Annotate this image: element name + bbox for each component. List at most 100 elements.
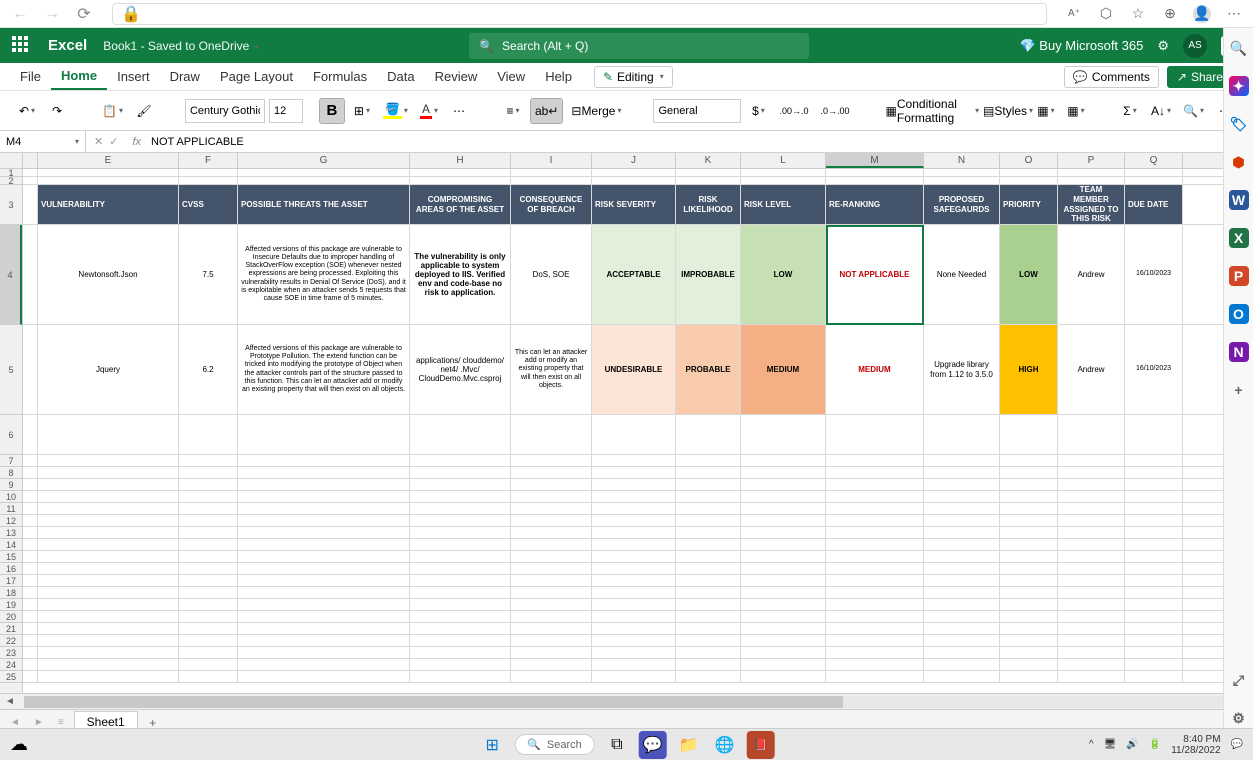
edge-icon[interactable]: 🌐 [711,731,739,759]
row-header[interactable]: 21 [0,623,22,635]
header-cell[interactable]: TEAM MEMBER ASSIGNED TO THIS RISK [1058,185,1125,224]
delete-cells-button[interactable]: ▦▾ [1063,98,1089,124]
sheet-next-icon[interactable]: ► [30,717,48,728]
cell[interactable]: 7.5 [179,225,238,324]
row-header[interactable]: 19 [0,599,22,611]
tab-file[interactable]: File [10,63,51,90]
conditional-formatting-button[interactable]: ▦ Conditional Formatting▾ [882,98,984,124]
favorite-icon[interactable]: ☆ [1129,5,1147,23]
col-header[interactable]: Q [1125,153,1183,168]
rail-copilot-icon[interactable]: ✦ [1229,76,1249,96]
autosum-button[interactable]: Σ▾ [1117,98,1143,124]
explorer-icon[interactable]: 📁 [675,731,703,759]
buy-m365-button[interactable]: 💎 Buy Microsoft 365 [1019,38,1143,54]
col-header[interactable] [23,153,38,168]
row-header[interactable]: 13 [0,527,22,539]
tab-formulas[interactable]: Formulas [303,63,377,90]
header-cell[interactable]: PROPOSED SAFEGAURDS [924,185,1000,224]
row-header[interactable]: 4 [0,225,22,325]
borders-button[interactable]: ⊞▾ [349,98,375,124]
col-header[interactable]: I [511,153,592,168]
cell[interactable]: None Needed [924,225,1000,324]
cell-selected[interactable]: NOT APPLICABLE [826,225,924,324]
header-cell[interactable]: RISK LIKELIHOOD [676,185,741,224]
header-cell[interactable]: POSSIBLE THREATS THE ASSET [238,185,410,224]
cancel-formula-icon[interactable]: ✕ [94,135,103,148]
row-header[interactable]: 16 [0,563,22,575]
increase-decimal-button[interactable]: .00→.0 [775,98,812,124]
tab-insert[interactable]: Insert [107,63,160,90]
display-icon[interactable]: 🖥 [1104,739,1117,750]
rail-add-icon[interactable]: + [1229,380,1249,400]
row-header[interactable]: 22 [0,635,22,647]
col-header[interactable]: E [38,153,179,168]
address-bar[interactable]: 🔒 [112,3,1047,25]
start-button[interactable]: ⊞ [478,731,506,759]
header-cell[interactable]: CVSS [179,185,238,224]
weather-widget[interactable]: ☁ [10,734,28,755]
cell[interactable]: 6.2 [179,325,238,414]
redo-button[interactable]: ↷ [44,98,70,124]
row-header[interactable]: 10 [0,491,22,503]
row-header[interactable]: 25 [0,671,22,683]
row-header[interactable]: 24 [0,659,22,671]
decrease-decimal-button[interactable]: .0→.00 [817,98,854,124]
rail-office-icon[interactable]: ⬢ [1229,152,1249,172]
align-button[interactable]: ≡▾ [500,98,526,124]
rail-expand-icon[interactable]: ⤢ [1229,670,1249,690]
sheet-prev-icon[interactable]: ◄ [6,717,24,728]
wrap-text-button[interactable]: ab↵ [530,98,563,124]
tab-home[interactable]: Home [51,63,107,90]
insert-cells-button[interactable]: ▦▾ [1033,98,1059,124]
cell[interactable]: Affected versions of this package are vu… [238,225,410,324]
editing-mode-button[interactable]: ✎Editing▾ [594,66,673,88]
undo-button[interactable]: ↶▾ [14,98,40,124]
cell[interactable]: HIGH [1000,325,1058,414]
cell[interactable]: LOW [741,225,826,324]
cell[interactable]: applications/ clouddemo/ net4/ .Mvc/ Clo… [410,325,511,414]
name-box[interactable]: M4▾ [0,131,86,152]
tray-expand-icon[interactable]: ^ [1089,739,1094,750]
col-header[interactable]: H [410,153,511,168]
more-icon[interactable]: ⋯ [1225,5,1243,23]
fx-icon[interactable]: fx [126,136,147,148]
scroll-left-icon[interactable]: ◄ [0,696,20,707]
cell[interactable]: Andrew [1058,325,1125,414]
row-header[interactable]: 17 [0,575,22,587]
horizontal-scrollbar[interactable]: ◄ ► [0,693,1253,709]
header-cell[interactable]: CONSEQUENCE OF BREACH [511,185,592,224]
cell[interactable]: LOW [1000,225,1058,324]
rail-outlook-icon[interactable]: O [1229,304,1249,324]
cell[interactable]: 16/10/2023 [1125,225,1183,324]
row-header[interactable]: 6 [0,415,22,455]
col-header[interactable]: N [924,153,1000,168]
tab-draw[interactable]: Draw [160,63,210,90]
refresh-button[interactable]: ⟳ [74,4,94,24]
cell[interactable]: PROBABLE [676,325,741,414]
cell[interactable]: Jquery [38,325,179,414]
row-header[interactable]: 7 [0,455,22,467]
app-launcher-icon[interactable] [12,36,32,56]
rail-powerpoint-icon[interactable]: P [1229,266,1249,286]
notifications-icon[interactable]: 💬 [1231,739,1243,750]
taskbar-search[interactable]: 🔍Search [514,734,595,755]
accept-formula-icon[interactable]: ✓ [109,135,118,148]
cell[interactable]: Andrew [1058,225,1125,324]
task-view-icon[interactable]: ⧉ [603,731,631,759]
row-header[interactable]: 2 [0,177,22,185]
header-cell[interactable]: RE-RANKING [826,185,924,224]
col-header[interactable]: K [676,153,741,168]
cell[interactable]: This can let an attacker add or modify a… [511,325,592,414]
app-icon[interactable]: 📕 [747,731,775,759]
row-header[interactable]: 5 [0,325,22,415]
more-font-button[interactable]: ⋯ [446,98,472,124]
font-color-button[interactable]: A▾ [416,98,442,124]
title-search[interactable]: 🔍 Search (Alt + Q) [469,33,809,59]
row-header[interactable]: 20 [0,611,22,623]
col-header[interactable]: F [179,153,238,168]
back-button[interactable]: ← [10,4,30,24]
row-header[interactable]: 18 [0,587,22,599]
cell[interactable]: DoS, SOE [511,225,592,324]
row-header[interactable]: 12 [0,515,22,527]
header-cell[interactable]: RISK SEVERITY [592,185,676,224]
